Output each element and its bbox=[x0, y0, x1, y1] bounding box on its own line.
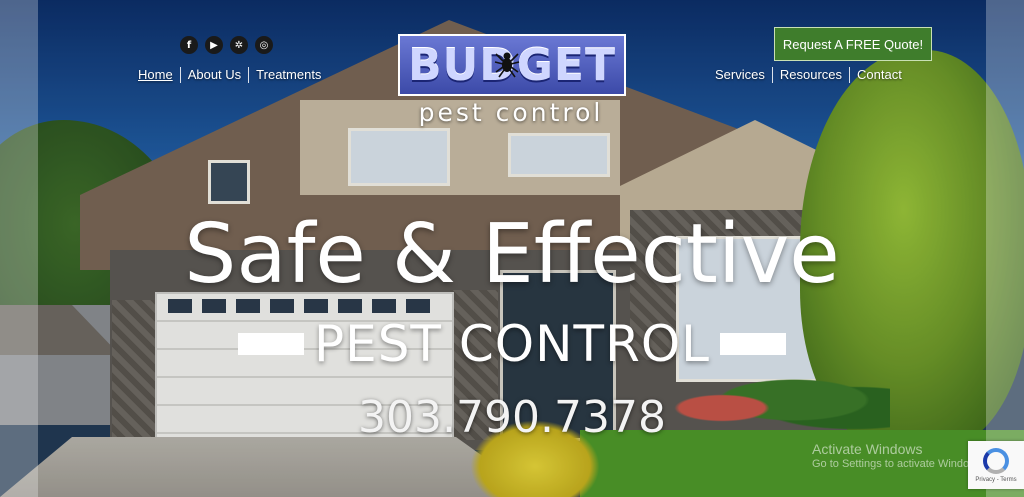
instagram-icon[interactable]: ◎ bbox=[255, 36, 273, 54]
watermark-line-1: Activate Windows bbox=[812, 441, 923, 457]
nav-contact[interactable]: Contact bbox=[849, 67, 909, 83]
recaptcha-icon bbox=[983, 448, 1009, 474]
facebook-icon[interactable]: f bbox=[180, 36, 198, 54]
site-logo[interactable]: BUDGET pest control bbox=[398, 34, 626, 127]
activate-windows-watermark: Activate Windows Go to Settings to activ… bbox=[812, 441, 986, 470]
logo-tagline: pest control bbox=[418, 98, 604, 127]
recaptcha-badge[interactable]: Privacy - Terms bbox=[968, 441, 1024, 489]
nav-resources[interactable]: Resources bbox=[771, 67, 849, 83]
social-links: f ▶ ✲ ◎ bbox=[180, 36, 273, 54]
recaptcha-links[interactable]: Privacy - Terms bbox=[970, 477, 1022, 483]
spider-icon bbox=[494, 52, 520, 78]
hero-subtitle-text: PEST CONTROL bbox=[313, 315, 711, 373]
nav-home[interactable]: Home bbox=[138, 67, 180, 83]
nav-treatments[interactable]: Treatments bbox=[248, 67, 328, 83]
nav-left: Home About Us Treatments bbox=[138, 67, 328, 83]
youtube-icon[interactable]: ▶ bbox=[205, 36, 223, 54]
nav-about-us[interactable]: About Us bbox=[179, 67, 248, 83]
hero-title: Safe & Effective bbox=[184, 207, 840, 302]
subtitle-bar-right bbox=[720, 333, 787, 355]
nav-right: Services Resources Contact bbox=[715, 67, 909, 83]
request-quote-button[interactable]: Request A FREE Quote! bbox=[774, 27, 932, 61]
hero-subtitle: PEST CONTROL bbox=[0, 314, 1024, 374]
watermark-line-2: Go to Settings to activate Windows. bbox=[812, 458, 986, 470]
subtitle-bar-left bbox=[237, 333, 304, 355]
nav-services[interactable]: Services bbox=[715, 67, 772, 83]
phone-number[interactable]: 303.790.7378 bbox=[0, 392, 1024, 444]
yelp-icon[interactable]: ✲ bbox=[230, 36, 248, 54]
